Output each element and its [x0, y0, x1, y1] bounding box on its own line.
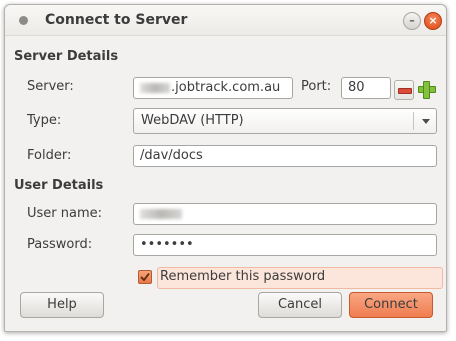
check-icon [140, 272, 150, 282]
add-button[interactable] [417, 80, 437, 100]
title-bar[interactable]: Connect to Server – × [5, 5, 446, 36]
folder-field[interactable]: /dav/docs [133, 145, 437, 167]
redacted-text [140, 208, 182, 219]
server-label: Server: [27, 79, 74, 94]
server-field[interactable]: .jobtrack.com.au [133, 77, 293, 99]
help-button[interactable]: Help [20, 292, 104, 318]
username-field[interactable] [133, 203, 437, 225]
connect-button[interactable]: Connect [349, 292, 433, 318]
server-value: .jobtrack.com.au [171, 80, 281, 95]
password-field[interactable]: ••••••• [133, 234, 437, 256]
password-label: Password: [27, 237, 93, 252]
redacted-text [140, 82, 170, 93]
type-label: Type: [27, 113, 62, 128]
server-details-heading: Server Details [14, 49, 119, 64]
window-title: Connect to Server [45, 12, 188, 28]
plus-icon-vertical [423, 81, 430, 99]
window-icon [19, 16, 28, 25]
type-select[interactable]: WebDAV (HTTP) [133, 108, 437, 134]
minimize-icon[interactable]: – [403, 12, 421, 30]
cancel-button[interactable]: Cancel [258, 292, 342, 318]
username-label: User name: [27, 206, 103, 221]
port-label: Port: [301, 79, 332, 94]
remove-button[interactable] [394, 80, 414, 100]
chevron-down-icon [422, 119, 430, 124]
type-value: WebDAV (HTTP) [141, 113, 244, 128]
remember-password-checkbox[interactable] [138, 270, 152, 284]
port-field[interactable]: 80 [341, 77, 391, 99]
connect-to-server-dialog: Connect to Server – × Server Details Ser… [4, 4, 447, 332]
remember-password-label[interactable]: Remember this password [160, 269, 325, 284]
minus-icon [398, 88, 412, 94]
user-details-heading: User Details [14, 178, 104, 193]
close-icon[interactable]: × [424, 12, 442, 30]
combo-separator [413, 112, 414, 130]
folder-label: Folder: [27, 148, 72, 163]
